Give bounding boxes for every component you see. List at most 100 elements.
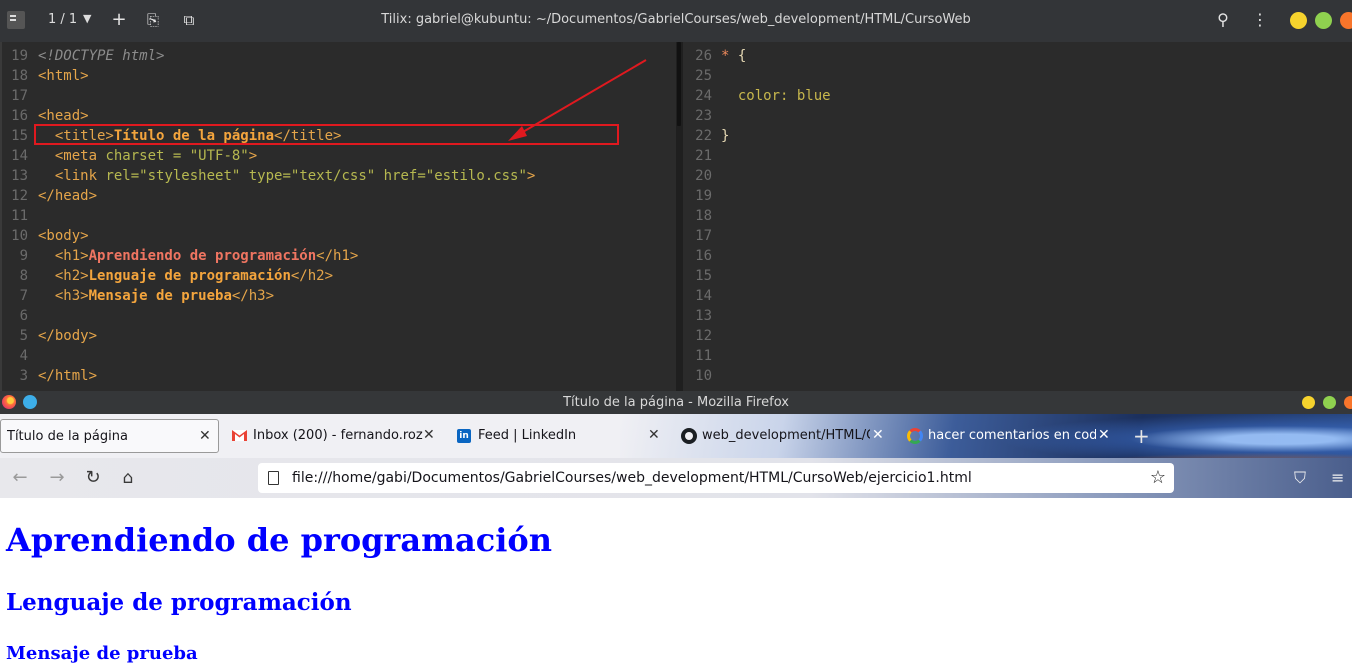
code-text[interactable]: <body> <box>38 226 89 246</box>
menu-kebab-icon[interactable]: ⋮ <box>1249 9 1271 31</box>
search-icon[interactable]: ⚲ <box>1212 9 1234 31</box>
scrollbar-thumb[interactable] <box>677 42 681 126</box>
code-text[interactable]: <link rel="stylesheet" type="text/css" h… <box>38 166 536 186</box>
close-button[interactable] <box>1340 12 1352 29</box>
code-line[interactable]: 24 color: blue <box>683 86 1352 106</box>
code-text[interactable]: } <box>721 126 729 146</box>
line-number: 7 <box>19 288 28 304</box>
code-text[interactable]: * { <box>721 46 746 66</box>
code-text[interactable]: </html> <box>38 366 97 386</box>
new-tab-icon[interactable]: + <box>1133 424 1150 448</box>
firefox-titlebar: Título de la página - Mozilla Firefox <box>0 391 1352 414</box>
code-line[interactable]: 21 <box>683 146 1352 166</box>
tab-bar: Título de la página ✕ Inbox (200) - fern… <box>0 414 1352 458</box>
code-line[interactable]: 13 <link rel="stylesheet" type="text/css… <box>0 166 676 186</box>
tab-label: Título de la página <box>7 429 128 444</box>
code-line[interactable]: 4 <box>0 346 676 366</box>
tab-gmail[interactable]: Inbox (200) - fernando.roze ✕ <box>229 419 441 453</box>
code-text[interactable]: <html> <box>38 66 89 86</box>
line-number: 25 <box>695 68 712 84</box>
code-line[interactable]: 20 <box>683 166 1352 186</box>
code-text[interactable]: <h2>Lenguaje de programación</h2> <box>38 266 333 286</box>
code-token: Aprendiendo de programación <box>88 248 317 264</box>
code-line[interactable]: 3 </html> <box>0 366 676 386</box>
code-token: <h1> <box>38 248 89 264</box>
code-text[interactable]: <h1>Aprendiendo de programación</h1> <box>38 246 358 266</box>
line-number: 6 <box>19 308 28 324</box>
reload-icon[interactable]: ↻ <box>82 467 104 489</box>
tab-label: web_development/HTML/C <box>702 428 870 443</box>
line-number: 9 <box>19 248 28 264</box>
code-token: <h2> <box>38 268 89 284</box>
ff-maximize-button[interactable] <box>1323 396 1336 409</box>
url-text[interactable]: file:///home/gabi/Documentos/GabrielCour… <box>292 470 972 486</box>
close-icon[interactable]: ✕ <box>423 427 435 443</box>
code-line[interactable]: 10 <box>683 366 1352 386</box>
code-line[interactable]: 16 <box>683 246 1352 266</box>
code-line[interactable]: 5 </body> <box>0 326 676 346</box>
close-icon[interactable]: ✕ <box>1098 427 1110 443</box>
code-line[interactable]: 18 <box>683 206 1352 226</box>
navigation-toolbar: ← → ↻ ⌂ file:///home/gabi/Documentos/Gab… <box>0 458 1352 498</box>
code-line[interactable]: 15 <box>683 266 1352 286</box>
code-text[interactable]: </head> <box>38 186 97 206</box>
line-number: 14 <box>695 288 712 304</box>
code-line[interactable]: 25 <box>683 66 1352 86</box>
minimize-button[interactable] <box>1290 12 1307 29</box>
code-line[interactable]: 26 * { <box>683 46 1352 66</box>
close-icon[interactable]: ✕ <box>648 427 660 443</box>
code-token: { <box>737 48 747 64</box>
tab-github[interactable]: web_development/HTML/C ✕ <box>678 419 890 453</box>
code-line[interactable]: 8 <h2>Lenguaje de programación</h2> <box>0 266 676 286</box>
css-editor-pane[interactable]: 26 * { 25 24 color: blue 23 22} 21 20 19 18 17 16 15… <box>683 42 1352 391</box>
tab-google[interactable]: hacer comentarios en codi ✕ <box>904 419 1116 453</box>
tab-label: Feed | LinkedIn <box>478 428 577 443</box>
code-line[interactable]: 23 <box>683 106 1352 126</box>
code-line[interactable]: 14 <box>683 286 1352 306</box>
code-token: </body> <box>38 328 98 344</box>
tab-linkedin[interactable]: in Feed | LinkedIn ✕ <box>454 419 666 453</box>
code-text[interactable]: </body> <box>38 326 97 346</box>
code-line[interactable]: 7 <h3>Mensaje de prueba</h3> <box>0 286 676 306</box>
page-heading-h2: Lenguaje de programación <box>6 589 352 616</box>
code-line[interactable]: 17 <box>683 226 1352 246</box>
line-number: 17 <box>11 88 28 104</box>
back-arrow-icon[interactable]: ← <box>9 467 31 489</box>
code-text[interactable]: <meta charset = "UTF-8"> <box>38 146 257 166</box>
close-icon[interactable]: ✕ <box>199 428 211 444</box>
pocket-icon[interactable]: ⛉ <box>1294 468 1306 488</box>
page-icon <box>268 471 279 485</box>
bookmark-star-icon[interactable]: ☆ <box>1150 467 1166 488</box>
ff-close-button[interactable] <box>1344 396 1352 409</box>
code-line[interactable]: 22} <box>683 126 1352 146</box>
code-line[interactable]: 11 <box>683 346 1352 366</box>
line-number: 3 <box>19 368 28 384</box>
url-bar[interactable]: file:///home/gabi/Documentos/GabrielCour… <box>258 463 1174 493</box>
code-line[interactable]: 6 <box>0 306 676 326</box>
code-line[interactable]: 19 <box>683 186 1352 206</box>
code-line[interactable]: 12 <box>683 326 1352 346</box>
maximize-button[interactable] <box>1315 12 1332 29</box>
code-text[interactable]: <head> <box>38 106 89 126</box>
tab-active[interactable]: Título de la página ✕ <box>0 419 219 453</box>
code-token: </h3> <box>231 288 275 304</box>
code-text[interactable]: <!DOCTYPE html> <box>38 46 164 66</box>
code-text[interactable]: <h3>Mensaje de prueba</h3> <box>38 286 274 306</box>
page-heading-h3: Mensaje de prueba <box>6 643 198 664</box>
home-icon[interactable]: ⌂ <box>117 467 139 489</box>
code-line[interactable]: 14 <meta charset = "UTF-8"> <box>0 146 676 166</box>
forward-arrow-icon[interactable]: → <box>46 467 68 489</box>
hamburger-menu-icon[interactable]: ≡ <box>1331 468 1344 487</box>
code-line[interactable]: 10 <body> <box>0 226 676 246</box>
code-line[interactable]: 13 <box>683 306 1352 326</box>
code-line[interactable]: 11 <box>0 206 676 226</box>
code-line[interactable]: 12 </head> <box>0 186 676 206</box>
line-number: 23 <box>695 108 712 124</box>
ff-minimize-button[interactable] <box>1302 396 1315 409</box>
pane-splitter[interactable] <box>676 42 683 391</box>
code-token: <link <box>38 168 106 184</box>
close-icon[interactable]: ✕ <box>872 427 884 443</box>
code-line[interactable]: 9 <h1>Aprendiendo de programación</h1> <box>0 246 676 266</box>
code-text[interactable]: color: blue <box>721 86 831 106</box>
code-token: "UTF-8" <box>189 148 249 164</box>
